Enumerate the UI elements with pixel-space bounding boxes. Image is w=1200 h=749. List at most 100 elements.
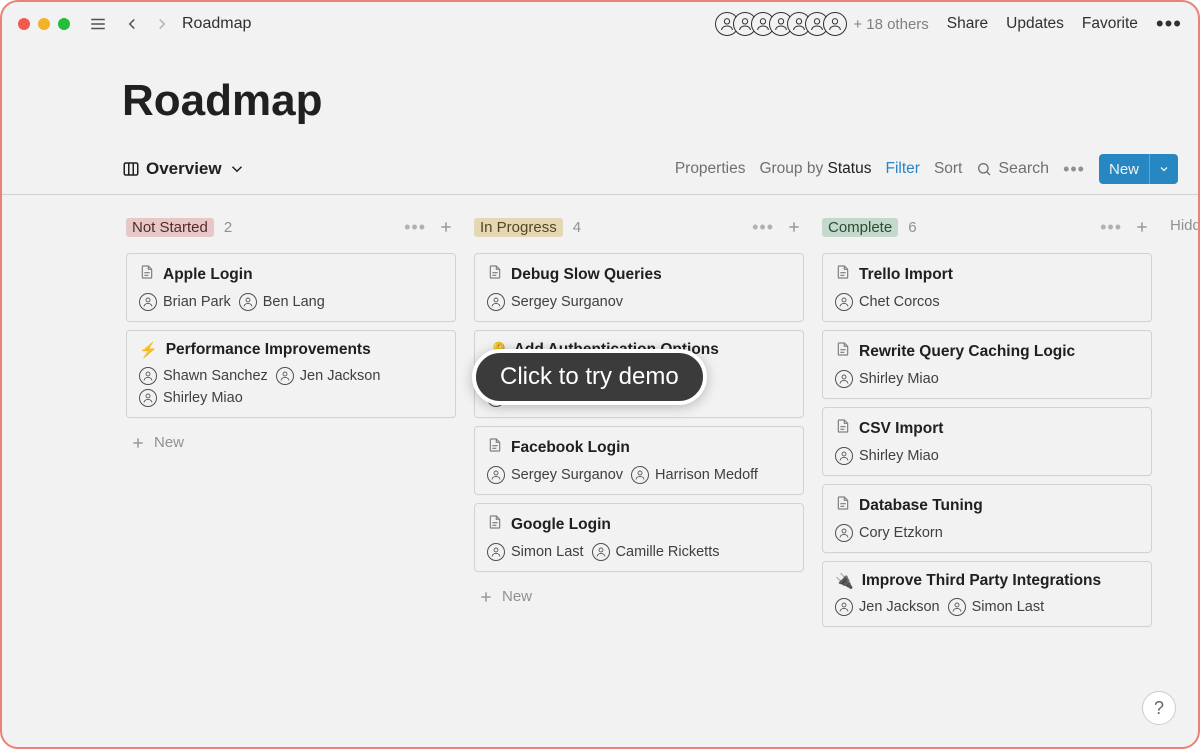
assignee-name: Shirley Miao: [163, 390, 243, 406]
avatar-icon: [239, 293, 257, 311]
card-title: Trello Import: [859, 266, 953, 284]
add-card-button[interactable]: New: [126, 428, 456, 457]
topbar: Roadmap + 18 others Share Updates Favori…: [2, 2, 1198, 46]
menu-icon[interactable]: [84, 10, 112, 38]
column-status-tag[interactable]: Complete: [822, 218, 898, 237]
kanban-card[interactable]: Rewrite Query Caching Logic Shirley Miao: [822, 330, 1152, 399]
card-assignees: Simon LastCamille Ricketts: [487, 543, 791, 561]
kanban-card[interactable]: CSV Import Shirley Miao: [822, 407, 1152, 476]
new-button[interactable]: New: [1099, 154, 1178, 184]
card-assignees: Brian Park Ben Lang: [139, 293, 443, 311]
back-button[interactable]: [118, 10, 146, 38]
column-count: 6: [908, 219, 916, 236]
avatar-icon: [139, 389, 157, 407]
column-header: In Progress 4 •••: [474, 213, 804, 241]
column-status-tag[interactable]: In Progress: [474, 218, 563, 237]
close-window[interactable]: [18, 18, 30, 30]
kanban-card[interactable]: ⚡ Performance Improvements Shawn Sanchez…: [126, 330, 456, 418]
assignee-name: Ben Lang: [263, 294, 325, 310]
presence-avatars[interactable]: [721, 12, 847, 36]
updates-button[interactable]: Updates: [1006, 15, 1064, 33]
column-count: 4: [573, 219, 581, 236]
favorite-button[interactable]: Favorite: [1082, 15, 1138, 33]
card-assignees: Shawn Sanchez Jen Jackson Shirley Miao: [139, 367, 443, 407]
share-button[interactable]: Share: [947, 15, 988, 33]
add-card-button[interactable]: New: [474, 582, 804, 611]
hidden-columns-label[interactable]: Hidd: [1170, 213, 1198, 635]
view-selector[interactable]: Overview: [122, 159, 246, 179]
group-by-button[interactable]: Group by Status: [759, 160, 871, 178]
assignee-name: Brian Park: [163, 294, 231, 310]
avatar-icon: [631, 466, 649, 484]
card-title: Database Tuning: [859, 497, 983, 515]
help-button[interactable]: ?: [1142, 691, 1176, 725]
kanban-card[interactable]: 🔌 Improve Third Party Integrations Jen J…: [822, 561, 1152, 627]
column-more-icon[interactable]: •••: [752, 217, 774, 238]
card-title: Google Login: [511, 516, 611, 534]
card-assignee: Sergey Surganov: [487, 293, 623, 311]
forward-button[interactable]: [148, 10, 176, 38]
kanban-card[interactable]: Database Tuning Cory Etzkorn: [822, 484, 1152, 553]
kanban-card[interactable]: Google Login Simon LastCamille Ricketts: [474, 503, 804, 572]
card-title: CSV Import: [859, 420, 943, 438]
search-label: Search: [998, 160, 1049, 178]
assignee-name: Shirley Miao: [859, 371, 939, 387]
kanban-card[interactable]: Facebook Login Sergey Surganov Harrison M…: [474, 426, 804, 495]
avatar-icon: [276, 367, 294, 385]
kanban-card[interactable]: Debug Slow Queries Sergey Surganov: [474, 253, 804, 322]
card-assignees: Jen JacksonSimon Last: [835, 598, 1139, 616]
column-count: 2: [224, 219, 232, 236]
properties-button[interactable]: Properties: [675, 160, 746, 178]
card-title-row: CSV Import: [835, 418, 1139, 439]
card-title: Rewrite Query Caching Logic: [859, 343, 1075, 361]
card-assignee: Sergey Surganov: [487, 466, 623, 484]
column-add-icon[interactable]: [784, 217, 804, 237]
presence-avatar[interactable]: [823, 12, 847, 36]
demo-cta-button[interactable]: Click to try demo: [472, 349, 707, 405]
page-icon: [835, 341, 851, 362]
maximize-window[interactable]: [58, 18, 70, 30]
card-assignees: Cory Etzkorn: [835, 524, 1139, 542]
add-card-label: New: [154, 434, 184, 451]
card-emoji-icon: 🔌: [835, 572, 854, 590]
column-more-icon[interactable]: •••: [1100, 217, 1122, 238]
card-title: Improve Third Party Integrations: [862, 572, 1101, 590]
page-icon: [835, 418, 851, 439]
card-assignee: Shawn Sanchez: [139, 367, 268, 385]
card-title: Facebook Login: [511, 439, 630, 457]
column-header: Not Started 2 •••: [126, 213, 456, 241]
assignee-name: Jen Jackson: [300, 368, 381, 384]
card-title: Performance Improvements: [166, 341, 371, 359]
assignee-name: Camille Ricketts: [616, 544, 720, 560]
avatar-icon: [592, 543, 610, 561]
minimize-window[interactable]: [38, 18, 50, 30]
card-title-row: ⚡ Performance Improvements: [139, 341, 443, 359]
card-title: Debug Slow Queries: [511, 266, 662, 284]
card-emoji-icon: ⚡: [139, 341, 158, 359]
avatar-icon: [835, 447, 853, 465]
column-add-icon[interactable]: [1132, 217, 1152, 237]
card-assignee: Shirley Miao: [835, 370, 939, 388]
kanban-card[interactable]: Apple Login Brian ParkBen Lang: [126, 253, 456, 322]
kanban-card[interactable]: Trello Import Chet Corcos: [822, 253, 1152, 322]
sort-button[interactable]: Sort: [934, 160, 962, 178]
card-assignee: Cory Etzkorn: [835, 524, 943, 542]
new-button-dropdown[interactable]: [1149, 154, 1178, 184]
card-assignees: Shirley Miao: [835, 447, 1139, 465]
more-menu-icon[interactable]: •••: [1156, 11, 1182, 37]
avatar-icon: [139, 293, 157, 311]
column-add-icon[interactable]: [436, 217, 456, 237]
filter-button[interactable]: Filter: [885, 160, 919, 178]
assignee-name: Shawn Sanchez: [163, 368, 268, 384]
card-title-row: Database Tuning: [835, 495, 1139, 516]
group-by-label: Group by: [759, 160, 827, 177]
card-assignee: Chet Corcos: [835, 293, 940, 311]
card-assignee: Ben Lang: [239, 293, 325, 311]
view-more-icon[interactable]: •••: [1063, 159, 1085, 180]
column-status-tag[interactable]: Not Started: [126, 218, 214, 237]
column-more-icon[interactable]: •••: [404, 217, 426, 238]
avatar-icon: [835, 524, 853, 542]
breadcrumb[interactable]: Roadmap: [182, 15, 251, 33]
assignee-name: Harrison Medoff: [655, 467, 758, 483]
search-button[interactable]: Search: [976, 160, 1049, 178]
